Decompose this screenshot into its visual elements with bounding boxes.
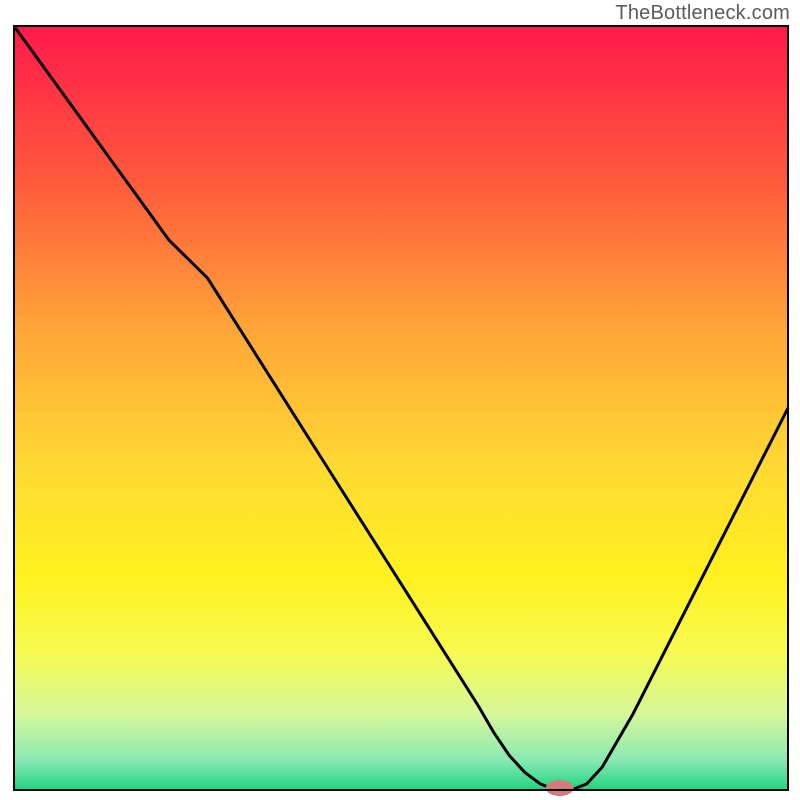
chart-container: TheBottleneck.com xyxy=(0,0,800,800)
chart-svg xyxy=(0,0,800,800)
plot-background xyxy=(14,26,788,790)
optimal-marker xyxy=(546,780,574,796)
